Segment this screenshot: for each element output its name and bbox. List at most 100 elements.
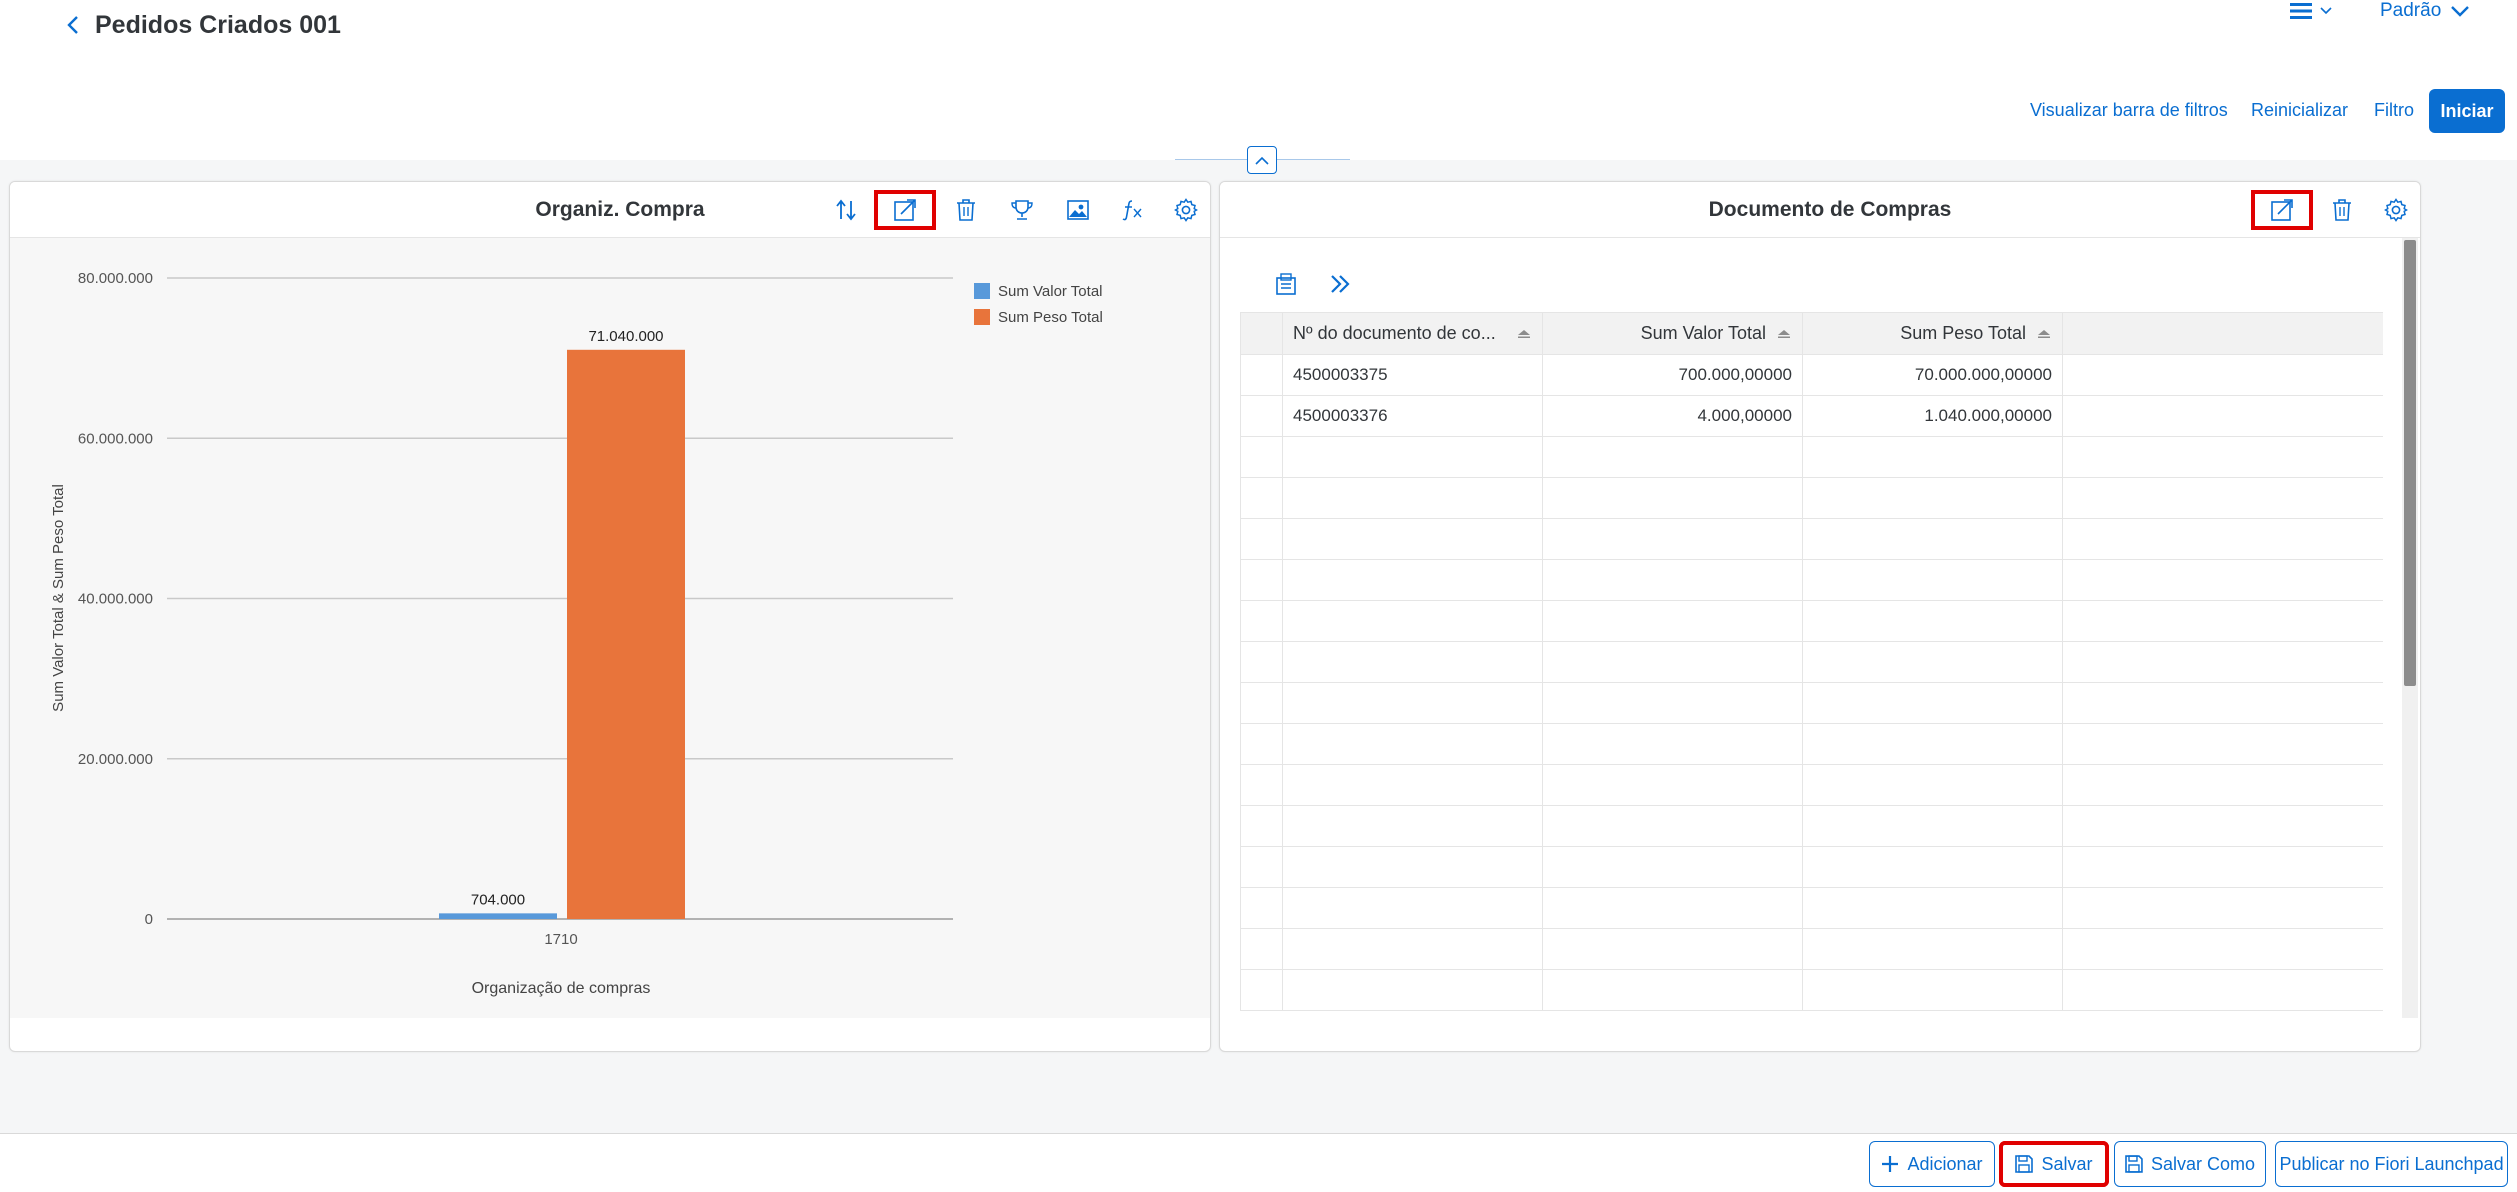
ranking-button[interactable] — [994, 190, 1050, 230]
scrollbar-thumb[interactable] — [2404, 240, 2416, 686]
column-header-doc[interactable]: Nº do documento de co... — [1282, 312, 1543, 355]
image-button[interactable] — [1050, 190, 1106, 230]
page-header: Pedidos Criados 001 Padrão Visualizar ba… — [0, 0, 2517, 160]
table-cell — [1802, 436, 2063, 478]
empty-cell — [2062, 969, 2383, 1011]
table-row[interactable] — [1240, 600, 2383, 642]
x-axis-label: Organização de compras — [472, 980, 651, 997]
table-cell — [1542, 559, 1803, 601]
empty-cell — [2062, 518, 2383, 560]
chart-panel: Organiz. Compra 0 20.000.000 40.000.000 60.… — [9, 181, 1211, 1052]
empty-cell — [2062, 682, 2383, 724]
table-row[interactable] — [1240, 805, 2383, 847]
table-panel-header: Documento de Compras — [1220, 182, 2420, 238]
table-row[interactable]: 4500003375 700.000,00000 70.000.000,00000 — [1240, 354, 2383, 396]
chart-settings-button[interactable] — [1158, 190, 1210, 230]
delete-table-button[interactable] — [2314, 190, 2370, 230]
hamburger-menu-icon — [2290, 3, 2312, 19]
table-cell — [1802, 682, 2063, 724]
delete-chart-button[interactable] — [938, 190, 994, 230]
table-cell — [1542, 682, 1803, 724]
trophy-icon — [1011, 200, 1033, 220]
go-button[interactable]: Iniciar — [2429, 89, 2505, 133]
table-cell — [1282, 436, 1543, 478]
table-cell — [1542, 723, 1803, 765]
filter-button[interactable]: Filtro — [2374, 96, 2414, 124]
column-header-peso[interactable]: Sum Peso Total — [1802, 312, 2063, 355]
double-chevron-right-icon — [1331, 275, 1350, 293]
row-selector[interactable] — [1240, 805, 1283, 847]
table-row[interactable] — [1240, 641, 2383, 683]
row-selector[interactable] — [1240, 600, 1283, 642]
row-selector[interactable] — [1240, 682, 1283, 724]
table-row[interactable] — [1240, 436, 2383, 478]
row-selector[interactable] — [1240, 969, 1283, 1011]
table-cell — [1282, 887, 1543, 929]
column-header-label: Nº do documento de co... — [1293, 323, 1496, 343]
empty-cell — [2062, 436, 2383, 478]
select-all-cell[interactable] — [1240, 312, 1283, 355]
table-row[interactable] — [1240, 969, 2383, 1011]
sort-icon — [1518, 329, 1530, 338]
menu-button[interactable] — [2290, 0, 2332, 22]
reset-button[interactable]: Reinicializar — [2251, 96, 2348, 124]
row-selector[interactable] — [1240, 436, 1283, 478]
add-button[interactable]: Adicionar — [1869, 1141, 1995, 1187]
publish-button[interactable]: Publicar no Fiori Launchpad — [2275, 1141, 2508, 1187]
column-header-valor[interactable]: Sum Valor Total — [1542, 312, 1803, 355]
table-row[interactable] — [1240, 764, 2383, 806]
row-selector[interactable] — [1240, 395, 1283, 437]
swap-axis-button[interactable] — [818, 190, 874, 230]
table-row[interactable] — [1240, 477, 2383, 519]
external-link-icon — [2271, 199, 2293, 221]
open-in-new-button[interactable] — [874, 190, 936, 230]
export-icon — [1276, 273, 1296, 295]
export-button[interactable] — [1266, 266, 1306, 302]
collapse-header-button[interactable] — [1247, 146, 1277, 174]
table-row[interactable] — [1240, 723, 2383, 765]
bar — [567, 349, 685, 919]
table-row[interactable]: 4500003376 4.000,00000 1.040.000,00000 — [1240, 395, 2383, 437]
image-icon — [1067, 200, 1089, 220]
show-filter-bar-button[interactable]: Visualizar barra de filtros — [2030, 96, 2228, 124]
row-selector[interactable] — [1240, 846, 1283, 888]
save-icon — [2015, 1155, 2034, 1173]
table-cell — [1542, 436, 1803, 478]
table-cell — [1282, 805, 1543, 847]
table-cell — [1802, 969, 2063, 1011]
empty-cell — [2062, 764, 2383, 806]
empty-cell — [2062, 395, 2383, 437]
save-button-label: Salvar — [2041, 1153, 2093, 1174]
row-selector[interactable] — [1240, 641, 1283, 683]
table-row[interactable] — [1240, 518, 2383, 560]
column-header-label: Sum Valor Total — [1640, 323, 1766, 343]
row-selector[interactable] — [1240, 723, 1283, 765]
row-selector[interactable] — [1240, 764, 1283, 806]
row-selector[interactable] — [1240, 559, 1283, 601]
table-row[interactable] — [1240, 846, 2383, 888]
table-cell — [1542, 846, 1803, 888]
variant-selector[interactable]: Padrão — [2380, 0, 2470, 22]
table-settings-button[interactable] — [2368, 190, 2420, 230]
row-selector[interactable] — [1240, 354, 1283, 396]
table-row[interactable] — [1240, 682, 2383, 724]
publish-button-label: Publicar no Fiori Launchpad — [2279, 1153, 2504, 1174]
table-cell — [1282, 477, 1543, 519]
open-in-new-button[interactable] — [2251, 190, 2313, 230]
table-row[interactable] — [1240, 559, 2383, 601]
formula-button[interactable] — [1104, 190, 1160, 230]
save-button[interactable]: Salvar — [1999, 1141, 2109, 1187]
table-row[interactable] — [1240, 887, 2383, 929]
gear-icon — [2384, 198, 2408, 222]
save-as-button-label: Salvar Como — [2150, 1153, 2255, 1174]
table-row[interactable] — [1240, 928, 2383, 970]
save-as-button[interactable]: Salvar Como — [2114, 1141, 2266, 1187]
row-selector[interactable] — [1240, 477, 1283, 519]
row-selector[interactable] — [1240, 928, 1283, 970]
expand-columns-button[interactable] — [1320, 266, 1360, 302]
table-cell — [1802, 518, 2063, 560]
row-selector[interactable] — [1240, 518, 1283, 560]
back-button[interactable] — [60, 10, 86, 40]
row-selector[interactable] — [1240, 887, 1283, 929]
table-cell — [1542, 641, 1803, 683]
